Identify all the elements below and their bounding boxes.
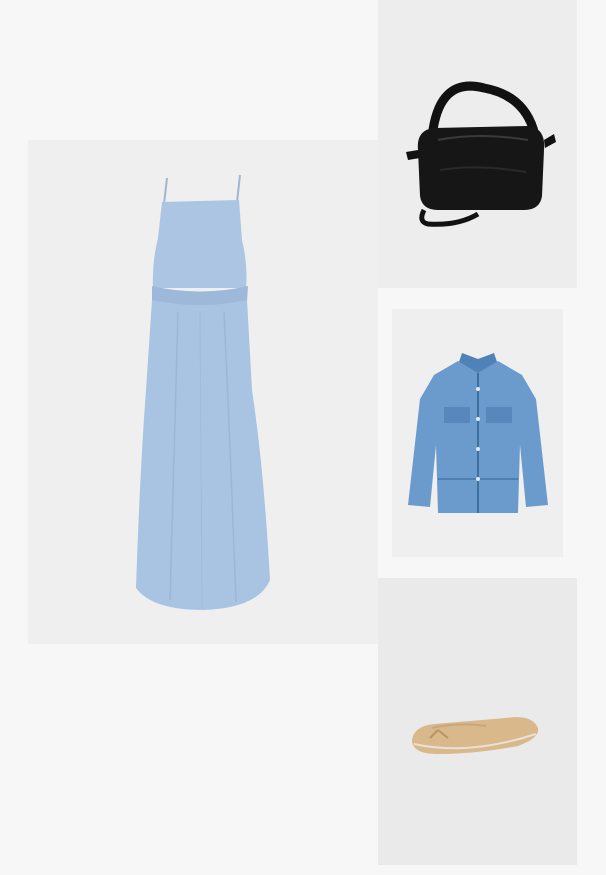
- ballet-flat-icon: [412, 717, 539, 754]
- dress-icon: [136, 174, 270, 610]
- dress-color: #a9c3e2: [0, 0, 1, 1]
- product-tile-dress[interactable]: [28, 140, 378, 644]
- handbag-icon: [406, 81, 556, 227]
- product-tile-shoes[interactable]: [378, 578, 577, 865]
- product-tile-jacket[interactable]: [392, 309, 563, 557]
- product-tile-bag[interactable]: [378, 0, 577, 288]
- denim-jacket-icon: [408, 353, 548, 513]
